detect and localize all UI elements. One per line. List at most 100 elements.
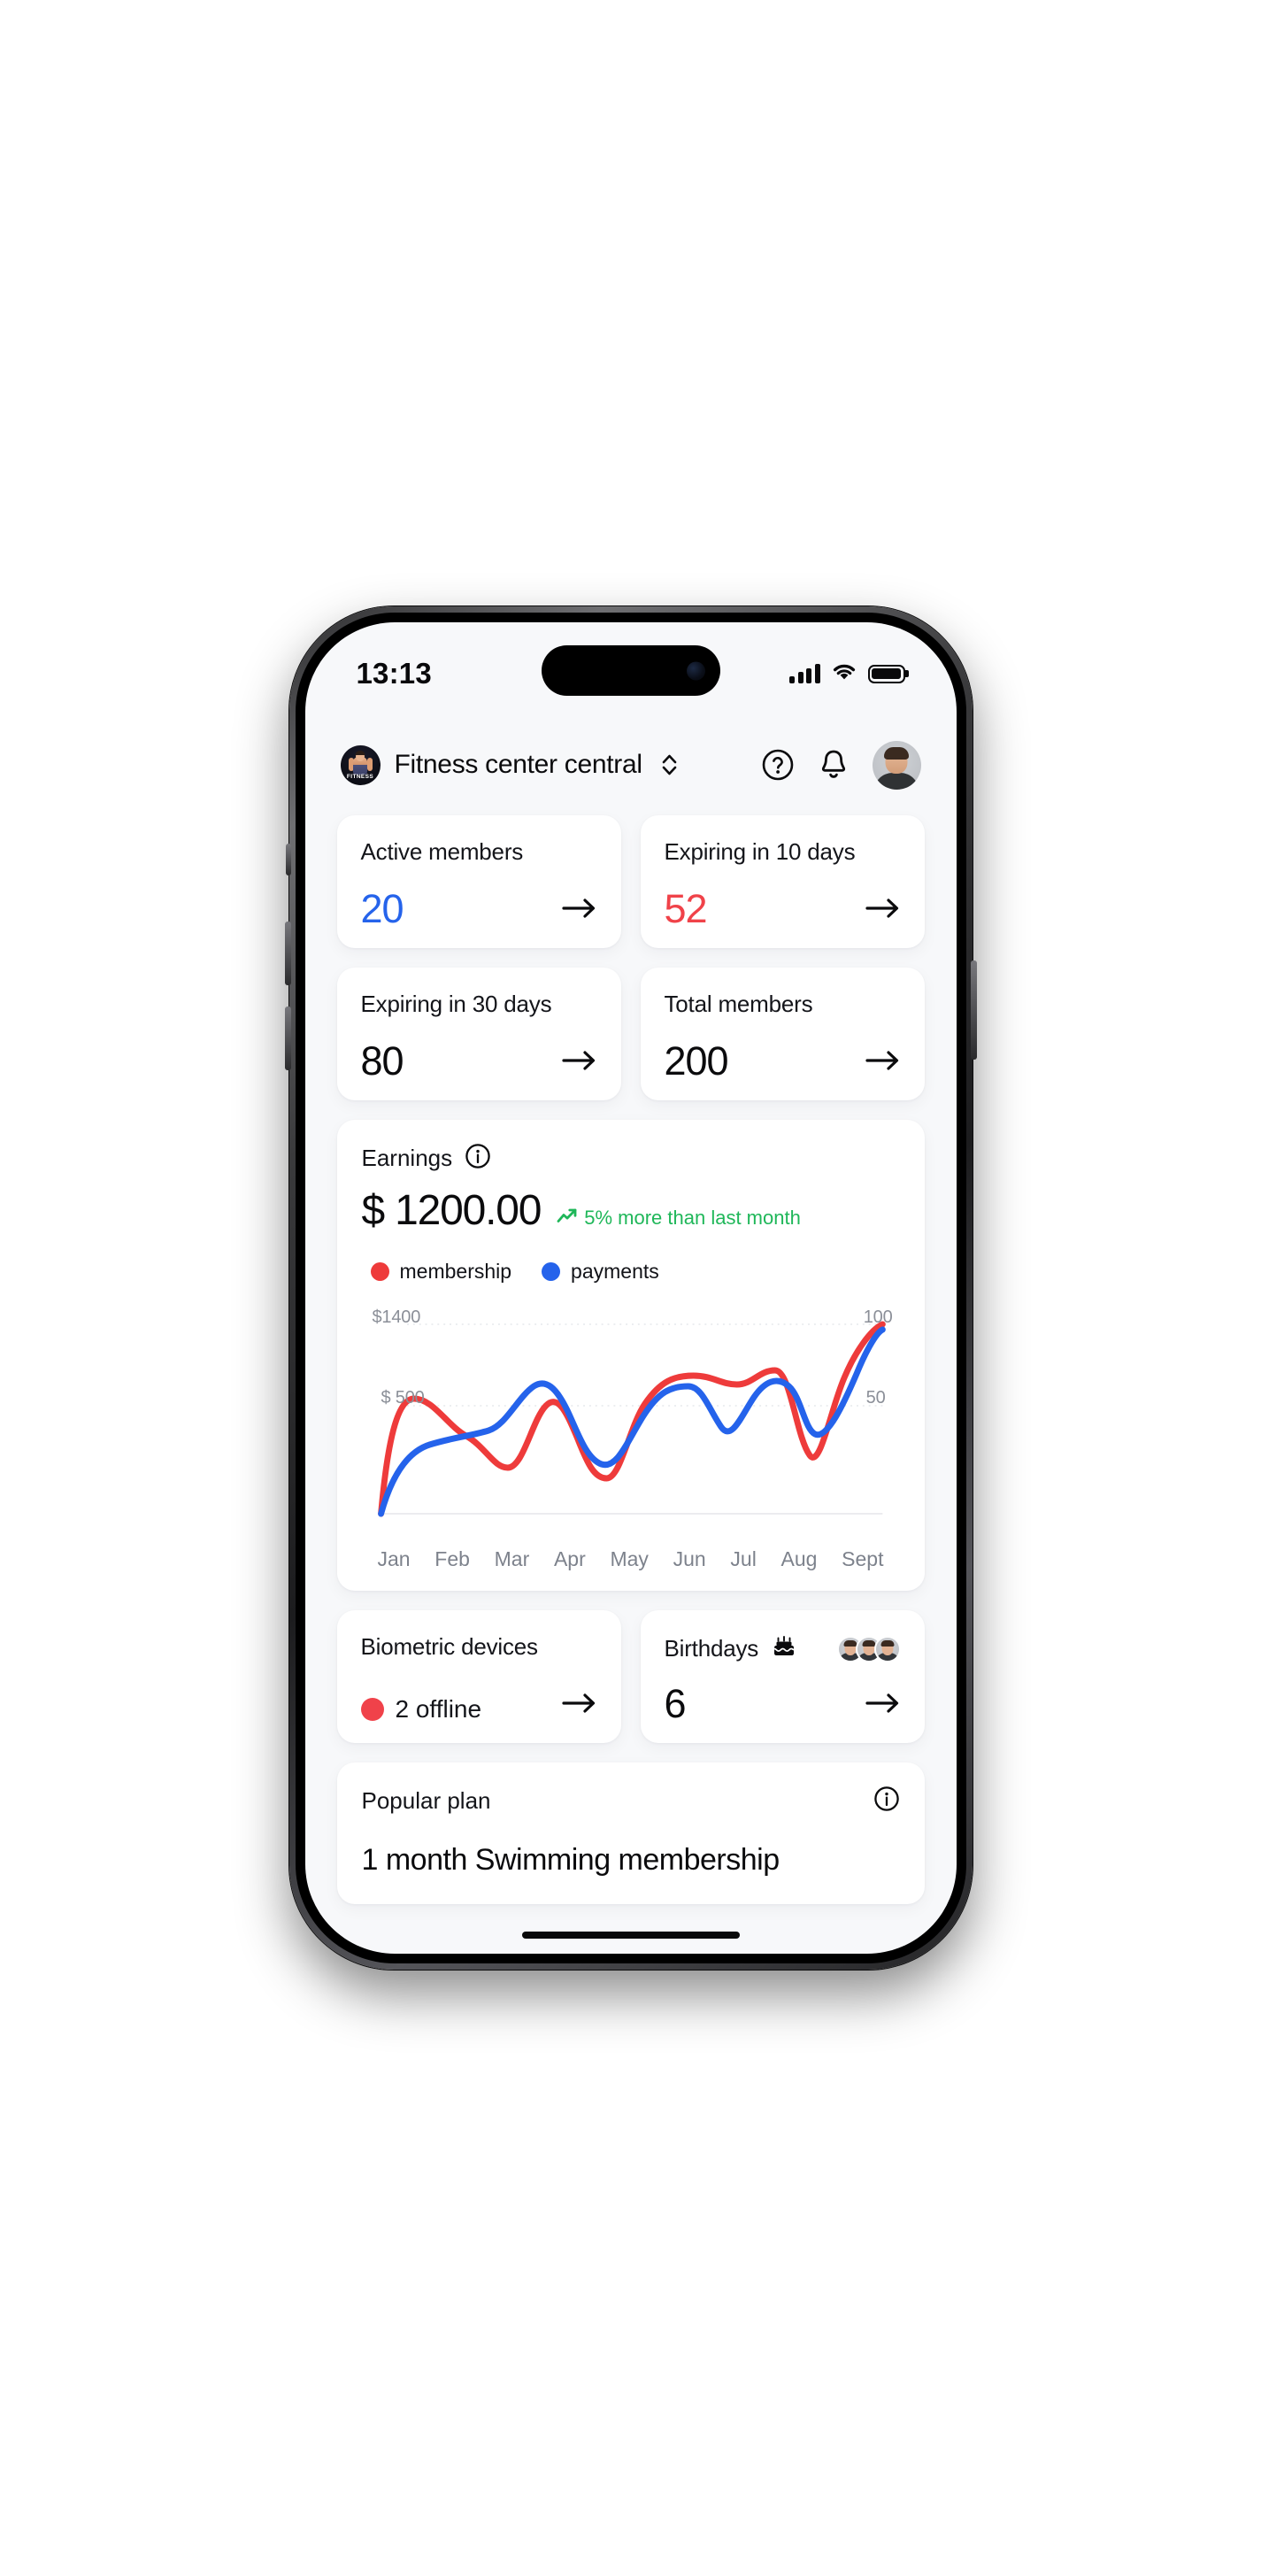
notification-bell-icon[interactable] — [818, 747, 850, 783]
stats-row-3: Biometric devices 2 offline Birthdays 6 — [336, 1610, 925, 1743]
stat-bottom: 52 — [665, 889, 901, 929]
info-circle-icon[interactable] — [873, 1785, 900, 1816]
stat-card-expiring-30-days[interactable]: Expiring in 30 days 80 — [336, 968, 621, 1100]
phone-screen: 13:13 FITNESS Fitness center central Act… — [304, 622, 957, 1954]
x-axis-label: Feb — [434, 1547, 470, 1570]
dashboard-content: Active members 20 Expiring in 10 days 52… — [305, 803, 957, 1904]
birthday-avatars — [836, 1635, 901, 1662]
stat-bottom: 200 — [665, 1041, 901, 1081]
biometric-title: Biometric devices — [360, 1633, 539, 1660]
arrow-right-icon[interactable] — [561, 1693, 597, 1718]
birthdays-header: Birthdays — [665, 1633, 901, 1664]
wifi-icon — [832, 662, 857, 685]
x-axis-label: Jan — [377, 1547, 411, 1570]
x-axis-label: Jun — [673, 1547, 706, 1570]
legend-label: membership — [399, 1260, 512, 1283]
biometric-bottom: 2 offline — [360, 1693, 597, 1724]
card-birthdays[interactable]: Birthdays 6 — [640, 1610, 925, 1743]
trending-up-icon — [557, 1207, 578, 1230]
y-axis-left-tick-upper: $1400 — [372, 1307, 421, 1327]
phone-frame: 13:13 FITNESS Fitness center central Act… — [284, 606, 977, 1970]
legend-item-payments[interactable]: payments — [542, 1260, 659, 1284]
silent-switch[interactable] — [285, 844, 291, 875]
earnings-header: Earnings — [362, 1143, 900, 1174]
help-circle-icon[interactable] — [761, 748, 795, 782]
birthdays-title: Birthdays — [664, 1635, 759, 1662]
arrow-right-icon[interactable] — [561, 898, 597, 923]
stats-row-1: Active members 20 Expiring in 10 days 52 — [336, 815, 925, 948]
y-axis-right-tick-lower: 50 — [865, 1388, 886, 1408]
earnings-amount-row: $ 1200.00 5% more than last month — [362, 1186, 900, 1235]
gym-switcher[interactable]: FITNESS Fitness center central — [340, 744, 679, 785]
x-axis-label: Sept — [842, 1547, 884, 1570]
earnings-line-chart: $1400 $ 500 100 50 — [362, 1303, 900, 1540]
popular-plan-value: 1 month Swimming membership — [361, 1843, 780, 1877]
stat-value: 80 — [360, 1038, 404, 1084]
chevron-up-down-icon[interactable] — [660, 752, 679, 777]
birthdays-bottom: 6 — [665, 1684, 901, 1724]
stat-card-expiring-10-days[interactable]: Expiring in 10 days 52 — [640, 815, 925, 948]
chart-svg — [377, 1321, 886, 1517]
info-circle-icon[interactable] — [465, 1143, 491, 1174]
stat-value: 20 — [360, 886, 404, 931]
stat-bottom: 20 — [361, 889, 597, 929]
birthdays-value: 6 — [664, 1681, 687, 1726]
card-biometric-devices[interactable]: Biometric devices 2 offline — [336, 1610, 621, 1743]
stat-title: Total members — [664, 991, 813, 1017]
stat-card-total-members[interactable]: Total members 200 — [640, 968, 925, 1100]
gym-logo-wordmark: FITNESS — [346, 773, 374, 780]
legend-dot-payments — [542, 1262, 561, 1281]
stat-title: Expiring in 10 days — [664, 838, 856, 865]
x-axis-label: Aug — [780, 1547, 818, 1570]
battery-icon — [867, 664, 905, 683]
arrow-right-icon[interactable] — [865, 898, 901, 923]
series-line-payments — [377, 1326, 886, 1517]
stat-value: 200 — [664, 1038, 729, 1084]
chart-x-axis: Jan Feb Mar Apr May Jun Jul Aug Sept — [362, 1547, 900, 1571]
status-dot-offline-icon — [360, 1698, 384, 1721]
earnings-delta-text: 5% more than last month — [584, 1207, 801, 1229]
y-axis-right-tick-upper: 100 — [863, 1307, 893, 1327]
app-header: FITNESS Fitness center central — [305, 718, 957, 803]
earnings-amount: $ 1200.00 — [361, 1187, 542, 1234]
biometric-status-text: 2 offline — [395, 1695, 482, 1723]
earnings-delta: 5% more than last month — [557, 1207, 801, 1230]
earnings-label: Earnings — [361, 1145, 453, 1171]
volume-up-button[interactable] — [284, 922, 291, 985]
stats-row-2: Expiring in 30 days 80 Total members 200 — [336, 968, 925, 1100]
header-actions — [761, 740, 921, 790]
cellular-signal-icon — [789, 664, 820, 683]
x-axis-label: Jul — [730, 1547, 757, 1570]
biometric-status: 2 offline — [360, 1695, 482, 1724]
status-bar-indicators — [789, 662, 905, 685]
popular-plan-header: Popular plan — [362, 1785, 900, 1816]
popular-plan-label: Popular plan — [361, 1787, 491, 1814]
screenshot-stage: 13:13 FITNESS Fitness center central Act… — [0, 0, 1261, 2576]
y-axis-left-tick-lower: $ 500 — [381, 1388, 425, 1408]
gym-name: Fitness center central — [394, 750, 642, 779]
biometric-header: Biometric devices — [361, 1633, 597, 1661]
card-popular-plan[interactable]: Popular plan 1 month Swimming membership — [336, 1762, 925, 1904]
legend-item-membership[interactable]: membership — [370, 1260, 512, 1284]
legend-label: payments — [571, 1260, 659, 1283]
front-camera-icon — [686, 661, 705, 680]
home-indicator[interactable] — [521, 1932, 740, 1939]
status-bar-time: 13:13 — [356, 657, 432, 690]
x-axis-label: Apr — [553, 1547, 586, 1570]
phone-bezel: 13:13 FITNESS Fitness center central Act… — [295, 613, 966, 1963]
earnings-card: Earnings $ 1200.00 5% more than last mon… — [336, 1120, 925, 1591]
arrow-right-icon[interactable] — [865, 1693, 901, 1718]
stat-bottom: 80 — [361, 1041, 597, 1081]
volume-down-button[interactable] — [284, 1006, 291, 1070]
stat-value: 52 — [664, 886, 708, 931]
stat-card-active-members[interactable]: Active members 20 — [336, 815, 621, 948]
user-avatar[interactable] — [872, 740, 921, 790]
status-bar: 13:13 — [305, 622, 957, 718]
arrow-right-icon[interactable] — [865, 1050, 901, 1076]
arrow-right-icon[interactable] — [561, 1050, 597, 1076]
dynamic-island — [541, 645, 720, 696]
birthday-cake-icon — [771, 1633, 797, 1664]
chart-legend: membership payments — [362, 1260, 900, 1284]
power-button[interactable] — [970, 960, 977, 1060]
x-axis-label: May — [610, 1547, 649, 1570]
